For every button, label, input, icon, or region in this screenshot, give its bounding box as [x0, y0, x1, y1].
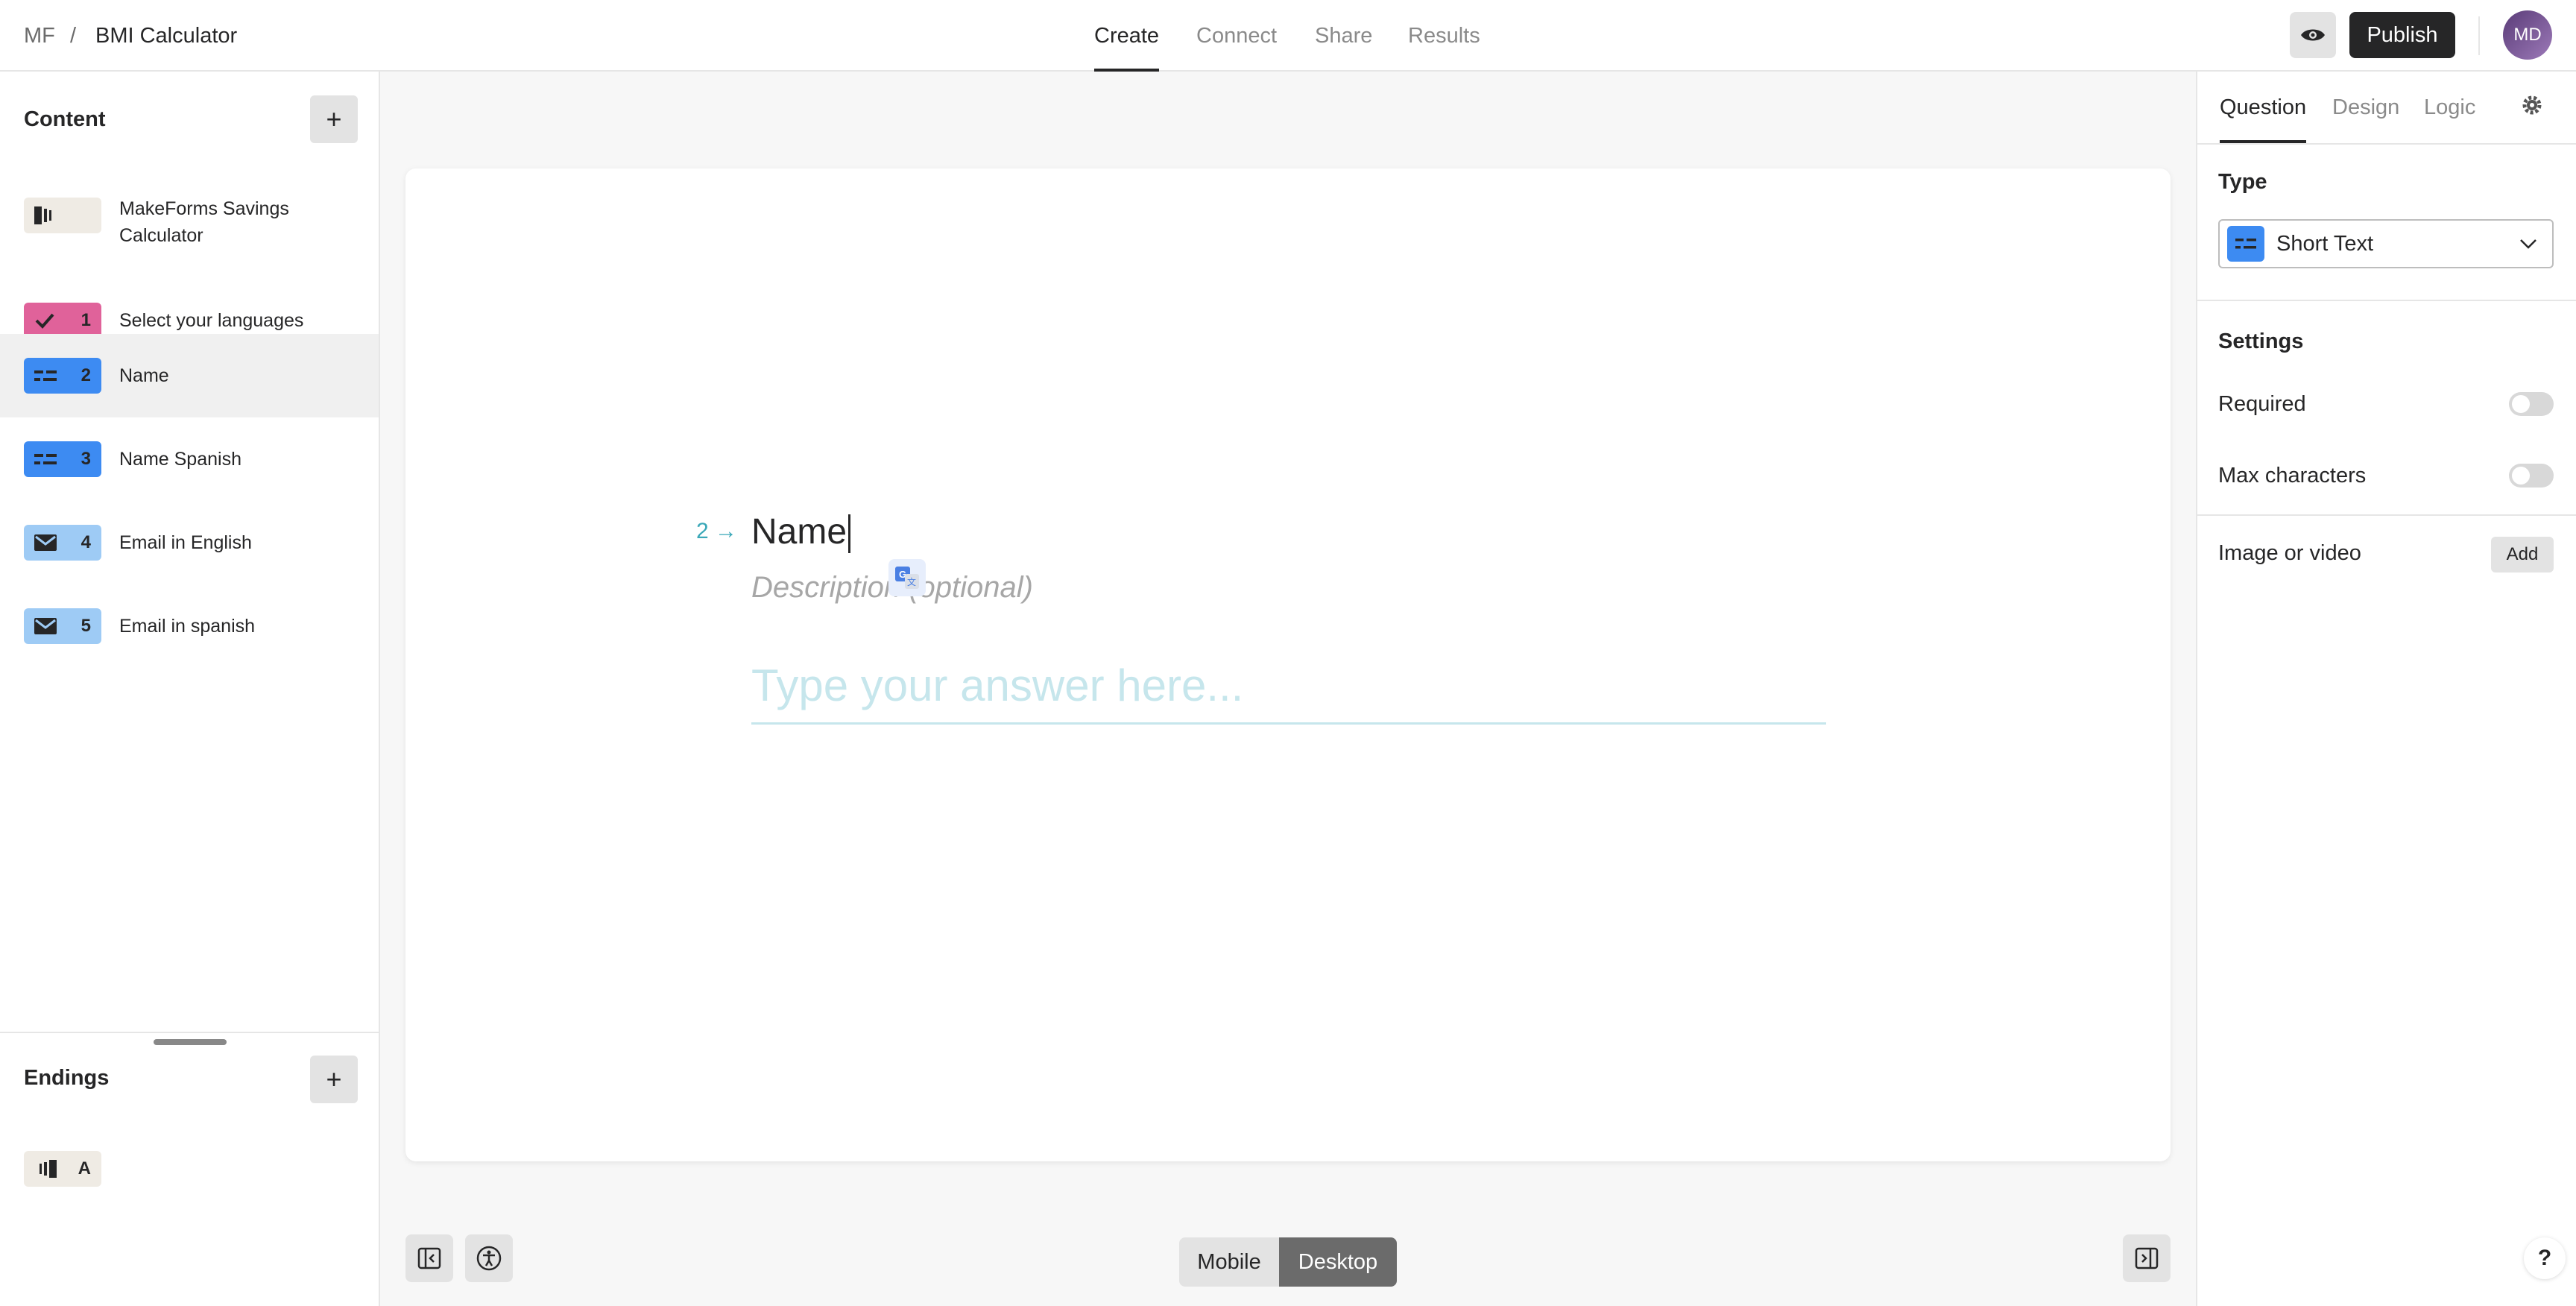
user-avatar[interactable]: MD: [2503, 10, 2552, 60]
welcome-screen-icon: [34, 206, 51, 224]
question-number: 4: [80, 532, 91, 552]
short-text-type-icon: [2227, 226, 2264, 262]
preview-button[interactable]: [2290, 12, 2336, 58]
ending-screen-icon: [40, 1160, 57, 1178]
content-sidebar: Content + MakeForms Savings Calculator 1…: [0, 72, 380, 1306]
sidebar-item-name-spanish[interactable]: 3 Name Spanish: [0, 417, 379, 501]
publish-button[interactable]: Publish: [2349, 12, 2455, 58]
content-heading: Content: [24, 107, 106, 131]
add-media-button[interactable]: Add: [2491, 537, 2554, 572]
question-title-input[interactable]: Name: [751, 511, 851, 554]
image-or-video-label: Image or video: [2218, 541, 2361, 565]
question-number: 2: [80, 365, 91, 385]
max-characters-label: Max characters: [2218, 464, 2367, 488]
settings-gear-button[interactable]: [2519, 92, 2545, 122]
add-ending-button[interactable]: +: [310, 1056, 358, 1103]
question-number: 1: [80, 310, 91, 330]
question-number: 3: [80, 449, 91, 469]
sidebar-item-email-spanish[interactable]: 5 Email in spanish: [0, 584, 379, 668]
tab-design[interactable]: Design: [2332, 72, 2399, 143]
form-canvas: 2 → Name Description (optional) G文 Type …: [405, 168, 2171, 1161]
gear-icon: [2522, 95, 2542, 115]
short-text-icon: [34, 370, 57, 381]
sidebar-item-label: Name Spanish: [119, 449, 242, 470]
help-button[interactable]: ?: [2524, 1237, 2566, 1279]
tab-share[interactable]: Share: [1315, 0, 1372, 72]
workspace-link[interactable]: MF: [24, 0, 55, 72]
short-text-icon: [34, 454, 57, 464]
question-type-select[interactable]: Short Text: [2218, 219, 2554, 268]
accessibility-button[interactable]: [465, 1234, 513, 1282]
sidebar-item-ending-a[interactable]: A: [0, 1145, 379, 1193]
tab-question[interactable]: Question: [2220, 72, 2307, 143]
question-badge: 4: [24, 525, 101, 561]
section-divider: [2197, 300, 2576, 301]
translate-icon[interactable]: G文: [888, 559, 926, 596]
tab-logic[interactable]: Logic: [2424, 72, 2475, 143]
tab-connect[interactable]: Connect: [1196, 0, 1277, 72]
form-builder-app: MF / BMI Calculator Create Connect Share…: [0, 0, 2576, 1306]
endings-divider: [0, 1032, 379, 1033]
short-text-icon: [2235, 239, 2256, 249]
required-label: Required: [2218, 392, 2306, 416]
sidebar-item-label: Select your languages: [119, 310, 304, 331]
sidebar-item-welcome[interactable]: MakeForms Savings Calculator: [0, 179, 379, 252]
sidebar-item-label: Email in spanish: [119, 616, 256, 637]
text-cursor: [848, 514, 851, 554]
arrow-right-icon: →: [715, 519, 738, 543]
top-bar: MF / BMI Calculator Create Connect Share…: [0, 0, 2576, 72]
question-badge: 3: [24, 441, 101, 477]
device-toggle: Mobile Desktop: [1179, 1237, 1397, 1287]
sidebar-item-name[interactable]: 2 Name: [0, 334, 379, 417]
checkmark-icon: [35, 313, 54, 329]
desktop-view-button[interactable]: Desktop: [1279, 1237, 1397, 1287]
sidebar-item-label: MakeForms Savings Calculator: [119, 198, 289, 246]
collapse-left-panel-icon: [417, 1247, 441, 1269]
email-icon: [34, 618, 57, 634]
ending-badge: A: [24, 1151, 101, 1187]
question-number: 5: [80, 616, 91, 636]
panel-resize-handle[interactable]: [154, 1039, 227, 1045]
type-heading: Type: [2218, 170, 2267, 194]
tab-create[interactable]: Create: [1094, 0, 1160, 72]
question-badge: 5: [24, 608, 101, 644]
question-badge: 1: [24, 303, 101, 338]
question-badge: 2: [24, 358, 101, 394]
eye-icon: [2301, 29, 2325, 41]
settings-heading: Settings: [2218, 329, 2304, 353]
section-divider: [2197, 514, 2576, 516]
tab-results[interactable]: Results: [1408, 0, 1480, 72]
required-toggle[interactable]: [2509, 392, 2554, 416]
toggle-right-panel-button[interactable]: [2123, 1234, 2171, 1282]
question-number: 2: [696, 519, 709, 543]
sidebar-item-label: Name: [119, 365, 169, 386]
question-number-indicator: 2 →: [696, 519, 737, 544]
sidebar-item-label: Email in English: [119, 532, 252, 553]
answer-input-placeholder: Type your answer here...: [751, 656, 1826, 725]
svg-text:文: 文: [907, 576, 916, 587]
max-characters-toggle[interactable]: [2509, 464, 2554, 488]
chevron-down-icon: [2520, 239, 2536, 249]
toggle-left-panel-button[interactable]: [405, 1234, 453, 1282]
plus-icon: +: [326, 104, 342, 134]
tabs-divider: [2197, 143, 2576, 145]
add-content-button[interactable]: +: [310, 95, 358, 143]
accessibility-icon: [476, 1246, 502, 1271]
mobile-view-button[interactable]: Mobile: [1179, 1237, 1279, 1287]
google-translate-icon: G文: [895, 567, 919, 589]
welcome-badge: [24, 198, 101, 233]
ending-letter: A: [78, 1158, 91, 1179]
plus-icon: +: [326, 1064, 342, 1094]
collapse-right-panel-icon: [2135, 1247, 2159, 1269]
header-divider: [2478, 16, 2480, 55]
breadcrumb-separator: /: [70, 23, 77, 48]
email-icon: [34, 534, 57, 551]
question-title-text: Name: [751, 512, 847, 552]
type-select-value: Short Text: [2276, 231, 2374, 256]
endings-heading: Endings: [24, 1066, 110, 1090]
sidebar-item-email-english[interactable]: 4 Email in English: [0, 501, 379, 584]
form-title[interactable]: BMI Calculator: [95, 0, 237, 72]
question-settings-panel: Question Design Logic Type Short Text Se…: [2196, 72, 2576, 1306]
